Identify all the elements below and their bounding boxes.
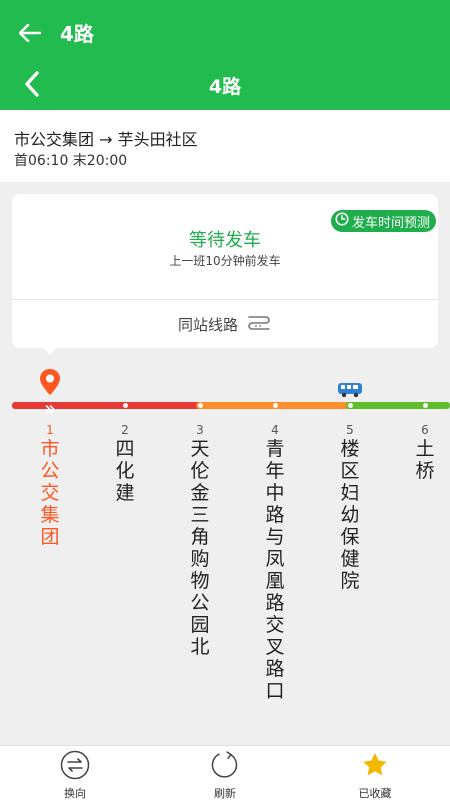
stop-name: 青年中路与凤凰路交叉路口: [265, 438, 285, 702]
stop-name: 土桥: [415, 438, 435, 482]
stop-dot: [423, 403, 428, 408]
stop-name: 楼区妇幼保健院: [340, 438, 360, 592]
stop-dot: [198, 403, 203, 408]
stop-name: 市公交集团: [40, 438, 60, 548]
favorite-button[interactable]: 已收藏: [335, 750, 415, 800]
stop-item[interactable]: 3 天伦金三角购物公园北: [185, 422, 215, 658]
route-segment-green: [346, 402, 450, 409]
chevron-left-icon[interactable]: [14, 66, 50, 102]
swap-direction-button[interactable]: 换向: [35, 750, 115, 800]
same-station-lines-button[interactable]: 同站线路: [12, 300, 438, 348]
same-station-label: 同站线路: [177, 315, 238, 334]
star-icon: [360, 750, 390, 780]
stop-number: 4: [271, 423, 279, 437]
stop-name: 天伦金三角购物公园北: [190, 438, 210, 658]
current-stop-arrow-icon: [44, 400, 56, 419]
top-app-bar: 4路: [0, 0, 450, 65]
stop-name: 四化建: [115, 438, 135, 504]
stop-number: 6: [421, 423, 429, 437]
bottom-toolbar: 换向 刷新 已收藏: [0, 745, 450, 800]
card-pointer: [44, 348, 56, 355]
departure-card: 发车时间预测 等待发车 上一班10分钟前发车 同站线路: [12, 194, 438, 348]
app-title: 4路: [60, 22, 94, 46]
bus-icon[interactable]: [337, 382, 363, 402]
stop-item[interactable]: 1 市公交集团: [35, 422, 65, 548]
transfer-route-icon: [246, 314, 272, 334]
stop-dot: [273, 403, 278, 408]
swap-label: 换向: [64, 787, 86, 800]
stop-number: 2: [121, 423, 129, 437]
route-direction: 市公交集团 → 芋头田社区: [14, 130, 198, 149]
stop-number: 1: [46, 423, 54, 437]
stop-item[interactable]: 2 四化建: [110, 422, 140, 504]
bus-status: 等待发车: [189, 230, 261, 251]
route-info: 市公交集团 → 芋头田社区 首06:10 末20:00 地图: [0, 110, 450, 272]
favorite-label: 已收藏: [358, 787, 392, 800]
service-times: 首06:10 末20:00: [14, 153, 128, 169]
stop-number: 3: [196, 423, 204, 437]
stop-item[interactable]: 4 青年中路与凤凰路交叉路口: [260, 422, 290, 702]
stop-dot: [348, 403, 353, 408]
swap-icon: [60, 750, 90, 780]
location-pin-icon: [38, 368, 62, 400]
page-title: 4路: [208, 75, 242, 98]
stop-dot: [123, 403, 128, 408]
route-segment-red: [12, 402, 202, 409]
last-departure-info: 上一班10分钟前发车: [169, 254, 281, 268]
stop-number: 5: [346, 423, 354, 437]
refresh-label: 刷新: [214, 787, 236, 800]
back-arrow-icon[interactable]: [0, 0, 60, 65]
stop-item[interactable]: 6 土桥: [410, 422, 440, 482]
nav-bar: 4路: [0, 60, 450, 110]
refresh-button[interactable]: 刷新: [185, 750, 265, 800]
route-line: [0, 360, 450, 420]
stop-item[interactable]: 5 楼区妇幼保健院: [335, 422, 365, 592]
refresh-icon: [210, 750, 240, 780]
